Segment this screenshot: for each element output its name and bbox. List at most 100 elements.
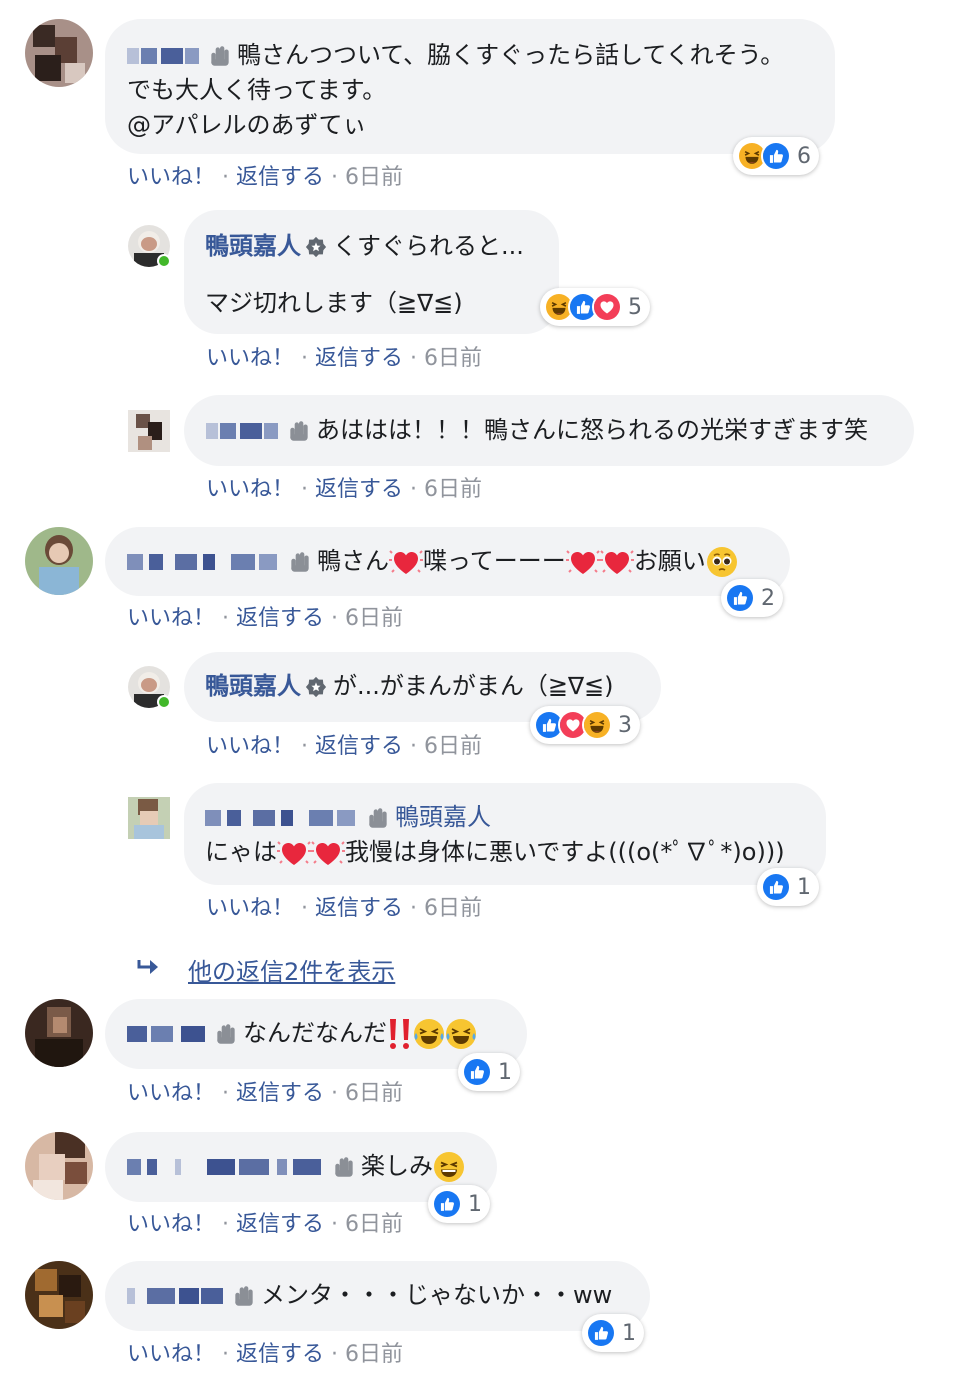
like-link[interactable]: いいね！ — [127, 606, 215, 631]
separator: · — [222, 1342, 230, 1367]
timestamp[interactable]: 6日前 — [424, 477, 482, 502]
comment-bubble: メンタ・・・じゃないか・・ww — [105, 1261, 650, 1331]
avatar[interactable] — [128, 797, 170, 839]
like-icon — [761, 141, 791, 171]
like-link[interactable]: いいね！ — [206, 477, 294, 502]
reply-link[interactable]: 返信する — [315, 734, 403, 759]
separator: · — [331, 165, 339, 190]
wave-icon — [213, 1021, 239, 1047]
comment-text: でも大人く待ってます。 — [127, 76, 387, 104]
wave-icon — [287, 549, 313, 575]
like-link[interactable]: いいね！ — [206, 896, 294, 921]
timestamp[interactable]: 6日前 — [424, 734, 482, 759]
reaction-summary[interactable]: 1 — [582, 1314, 644, 1352]
timestamp[interactable]: 6日前 — [424, 896, 482, 921]
timestamp[interactable]: 6日前 — [345, 1212, 403, 1237]
separator: · — [331, 606, 339, 631]
like-icon — [462, 1057, 492, 1087]
avatar[interactable] — [25, 19, 93, 87]
avatar[interactable] — [25, 1261, 93, 1329]
avatar[interactable] — [25, 1132, 93, 1200]
pleading-face-icon — [706, 546, 738, 578]
commenter-name[interactable] — [127, 1026, 207, 1042]
commenter-name[interactable] — [127, 1288, 225, 1304]
comment-actions: いいね！ · 返信する · 6日前 — [206, 728, 482, 760]
avatar[interactable] — [25, 999, 93, 1067]
view-more-replies-link[interactable]: 他の返信2件を表示 — [188, 952, 395, 987]
separator: · — [410, 896, 418, 921]
reaction-summary[interactable]: 6 — [733, 137, 819, 175]
reply-link[interactable]: 返信する — [236, 1342, 324, 1367]
sparkling-heart-icon — [277, 836, 311, 870]
separator: · — [301, 346, 309, 371]
like-link[interactable]: いいね！ — [206, 734, 294, 759]
timestamp[interactable]: 6日前 — [345, 165, 403, 190]
comment-bubble: 鴨頭嘉人 にゃは 我慢は身体に悪いですよ(((o(*ﾟ∇ﾟ*)o))) — [184, 783, 826, 885]
wave-icon — [331, 1154, 357, 1180]
author-name[interactable]: 鴨頭嘉人 — [205, 672, 301, 700]
like-link[interactable]: いいね！ — [127, 1342, 215, 1367]
reaction-summary[interactable]: 1 — [757, 868, 819, 906]
comment-actions: いいね！ · 返信する · 6日前 — [206, 340, 482, 372]
comment-bubble: 鴨頭嘉人 くすぐられると... マジ切れします（≧∇≦) — [184, 210, 559, 334]
reaction-summary[interactable]: 5 — [540, 288, 650, 326]
separator: · — [222, 606, 230, 631]
verified-badge-icon — [305, 676, 327, 698]
separator: · — [410, 734, 418, 759]
like-link[interactable]: いいね！ — [127, 1081, 215, 1106]
separator: · — [301, 734, 309, 759]
timestamp[interactable]: 6日前 — [424, 346, 482, 371]
separator: · — [410, 477, 418, 502]
like-link[interactable]: いいね！ — [127, 1212, 215, 1237]
timestamp[interactable]: 6日前 — [345, 606, 403, 631]
author-name[interactable]: 鴨頭嘉人 — [205, 232, 301, 260]
comment-text: くすぐられると... — [333, 232, 524, 260]
comment-text: 我慢は身体に悪いですよ(((o(*ﾟ∇ﾟ*)o))) — [345, 838, 785, 866]
reply-link[interactable]: 返信する — [315, 346, 403, 371]
reaction-summary[interactable]: 1 — [458, 1053, 520, 1091]
commenter-name[interactable] — [127, 1159, 325, 1175]
like-link[interactable]: いいね！ — [206, 346, 294, 371]
like-icon — [761, 872, 791, 902]
reply-link[interactable]: 返信する — [236, 1212, 324, 1237]
comment-bubble: 鴨さんつついて、脇くすぐったら話してくれそう。 でも大人く待ってます。 @アパレ… — [105, 19, 835, 154]
separator: · — [222, 165, 230, 190]
reaction-summary[interactable]: 1 — [428, 1185, 490, 1223]
separator: · — [301, 896, 309, 921]
reply-link[interactable]: 返信する — [315, 896, 403, 921]
like-link[interactable]: いいね！ — [127, 165, 215, 190]
double-exclamation-icon — [387, 1017, 413, 1051]
online-status-dot — [157, 254, 171, 268]
avatar[interactable] — [128, 410, 170, 452]
reaction-summary[interactable]: 3 — [530, 706, 640, 744]
sparkling-heart-icon — [600, 545, 634, 579]
commenter-name[interactable] — [206, 423, 280, 439]
reaction-count: 1 — [498, 1059, 512, 1085]
wave-icon — [207, 43, 233, 69]
sparkling-heart-icon — [311, 836, 345, 870]
reply-link[interactable]: 返信する — [236, 606, 324, 631]
comment-bubble: あははは！！！鴨さんに怒られるの光栄すぎます笑 — [184, 395, 914, 466]
reaction-count: 2 — [761, 585, 775, 611]
timestamp[interactable]: 6日前 — [345, 1342, 403, 1367]
mention-link[interactable]: 鴨頭嘉人 — [395, 803, 491, 831]
reply-link[interactable]: 返信する — [236, 1081, 324, 1106]
avatar[interactable] — [25, 527, 93, 595]
reply-link[interactable]: 返信する — [236, 165, 324, 190]
commenter-name[interactable] — [127, 48, 201, 64]
comment-bubble: 鴨さん 喋ってーーー お願い — [105, 527, 790, 596]
comment-text: 鴨さん — [317, 547, 389, 575]
commenter-name[interactable] — [205, 810, 359, 826]
separator: · — [331, 1081, 339, 1106]
reaction-count: 1 — [468, 1191, 482, 1217]
sparkling-heart-icon — [389, 545, 423, 579]
reaction-count: 5 — [628, 294, 642, 320]
reaction-summary[interactable]: 2 — [721, 579, 783, 617]
commenter-name[interactable] — [127, 554, 281, 570]
comment-actions: いいね！ · 返信する · 6日前 — [127, 1206, 403, 1238]
reaction-count: 1 — [622, 1320, 636, 1346]
reply-link[interactable]: 返信する — [315, 477, 403, 502]
separator: · — [301, 477, 309, 502]
timestamp[interactable]: 6日前 — [345, 1081, 403, 1106]
grinning-squinting-icon — [433, 1151, 465, 1183]
